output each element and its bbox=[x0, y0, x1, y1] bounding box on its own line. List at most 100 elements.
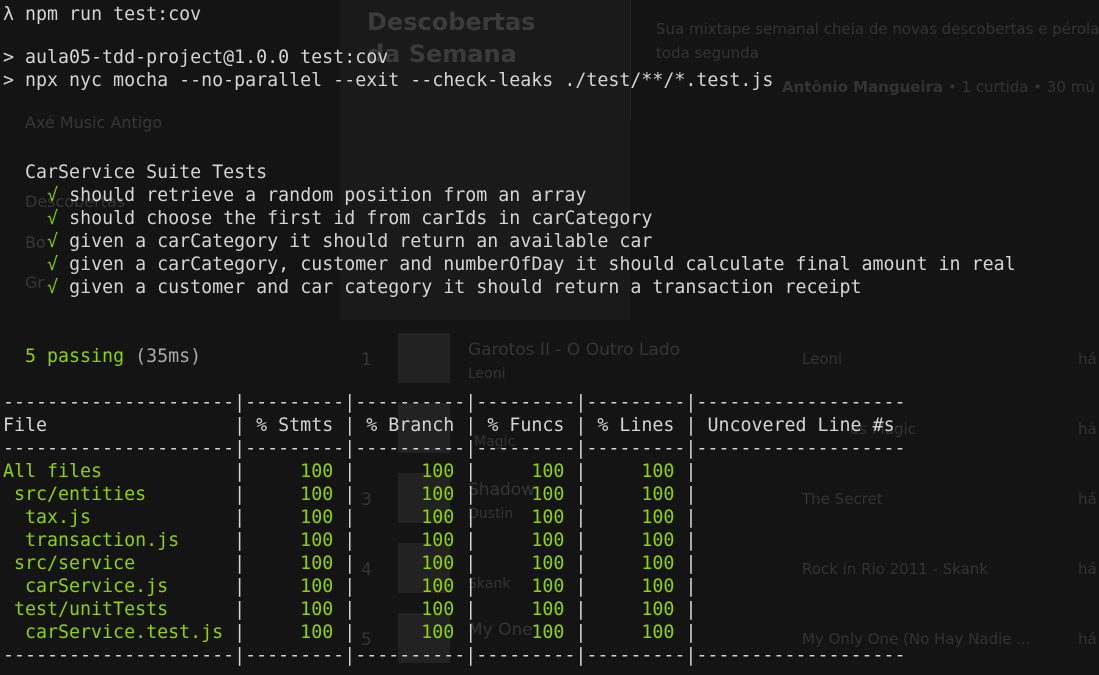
column-divider: | bbox=[685, 599, 697, 620]
column-divider: | bbox=[344, 576, 356, 597]
coverage-file: transaction.js bbox=[3, 530, 235, 551]
terminal-window[interactable]: Descobertas da Semana Sua mixtape semana… bbox=[0, 0, 1099, 675]
column-divider: | bbox=[465, 484, 477, 505]
column-divider: | bbox=[234, 484, 246, 505]
header-branch: % Branch bbox=[355, 415, 466, 436]
column-divider: | bbox=[234, 599, 246, 620]
test-duration: (35ms) bbox=[135, 346, 202, 367]
test-name: given a carCategory it should return an … bbox=[69, 231, 653, 252]
column-divider: | bbox=[465, 530, 477, 551]
column-divider: | bbox=[344, 507, 356, 528]
coverage-branch: 100 bbox=[355, 507, 466, 528]
check-icon: √ bbox=[47, 254, 59, 275]
column-divider: | bbox=[685, 461, 697, 482]
column-divider: | bbox=[575, 599, 587, 620]
suite-title-text: CarService Suite Tests bbox=[25, 162, 268, 183]
npm-script-line: > aula05-tdd-project@1.0.0 test:cov bbox=[3, 47, 389, 68]
coverage-uncovered bbox=[696, 576, 905, 597]
column-divider: | bbox=[344, 622, 356, 643]
bg-date-added: há bbox=[1078, 560, 1097, 578]
coverage-lines: 100 bbox=[586, 599, 686, 620]
test-suite-title: CarService Suite Tests bbox=[3, 161, 267, 184]
bg-credit-author: Antônio Mangueira bbox=[782, 78, 944, 96]
coverage-branch: 100 bbox=[355, 576, 466, 597]
coverage-lines: 100 bbox=[586, 461, 686, 482]
npm-script-line: > npx nyc mocha --no-parallel --exit --c… bbox=[3, 70, 774, 91]
check-icon: √ bbox=[47, 277, 59, 298]
column-divider: | bbox=[465, 553, 477, 574]
test-result: √ given a carCategory, customer and numb… bbox=[3, 253, 1016, 276]
coverage-separator: ---------------------|---------|--------… bbox=[3, 438, 906, 459]
coverage-funcs: 100 bbox=[476, 622, 576, 643]
coverage-stmts: 100 bbox=[245, 553, 345, 574]
header-uncovered: Uncovered Line #s bbox=[696, 415, 906, 436]
test-name: given a carCategory, customer and number… bbox=[69, 254, 1016, 275]
bg-date-added: há bbox=[1078, 490, 1097, 508]
column-divider: | bbox=[465, 576, 477, 597]
bg-sidebar-item-0: Axé Music Antigo bbox=[25, 113, 163, 132]
bg-date-added: há bbox=[1078, 350, 1097, 368]
column-divider: | bbox=[685, 576, 697, 597]
coverage-file: src/service bbox=[3, 553, 235, 574]
test-name: should choose the first id from carIds i… bbox=[69, 208, 653, 229]
command-text: npm run test:cov bbox=[25, 4, 202, 25]
bg-track-number: 1 bbox=[361, 350, 372, 370]
header-funcs: % Funcs bbox=[476, 415, 576, 436]
coverage-lines: 100 bbox=[586, 484, 686, 505]
column-divider: | bbox=[234, 507, 246, 528]
coverage-row: carService.test.js | 100 | 100 | 100 | 1… bbox=[3, 621, 906, 644]
header-stmts: % Stmts bbox=[245, 415, 345, 436]
coverage-uncovered bbox=[696, 461, 905, 482]
column-divider: | bbox=[685, 507, 697, 528]
coverage-funcs: 100 bbox=[476, 553, 576, 574]
column-divider: | bbox=[344, 484, 356, 505]
column-divider: | bbox=[465, 507, 477, 528]
column-divider: | bbox=[234, 461, 246, 482]
coverage-stmts: 100 bbox=[245, 484, 345, 505]
header-lines: % Lines bbox=[586, 415, 686, 436]
coverage-row: src/entities | 100 | 100 | 100 | 100 | bbox=[3, 483, 906, 506]
check-icon: √ bbox=[47, 208, 59, 229]
coverage-row: transaction.js | 100 | 100 | 100 | 100 | bbox=[3, 529, 906, 552]
coverage-file: All files bbox=[3, 461, 235, 482]
coverage-file: tax.js bbox=[3, 507, 235, 528]
bg-heading-line-1: Descobertas bbox=[367, 8, 536, 36]
coverage-row: test/unitTests | 100 | 100 | 100 | 100 | bbox=[3, 598, 906, 621]
coverage-stmts: 100 bbox=[245, 576, 345, 597]
column-divider: | bbox=[234, 553, 246, 574]
test-result: √ given a customer and car category it s… bbox=[3, 276, 861, 299]
header-file: File bbox=[3, 415, 235, 436]
column-divider: | bbox=[685, 622, 697, 643]
column-divider: | bbox=[465, 461, 477, 482]
coverage-branch: 100 bbox=[355, 553, 466, 574]
coverage-branch: 100 bbox=[355, 622, 466, 643]
column-divider: | bbox=[234, 576, 246, 597]
coverage-uncovered bbox=[696, 530, 905, 551]
coverage-stmts: 100 bbox=[245, 461, 345, 482]
column-divider: | bbox=[234, 415, 246, 436]
coverage-stmts: 100 bbox=[245, 507, 345, 528]
column-divider: | bbox=[575, 461, 587, 482]
test-result: √ given a carCategory it should return a… bbox=[3, 230, 652, 253]
column-divider: | bbox=[344, 599, 356, 620]
coverage-funcs: 100 bbox=[476, 484, 576, 505]
coverage-branch: 100 bbox=[355, 599, 466, 620]
check-icon: √ bbox=[47, 231, 59, 252]
coverage-funcs: 100 bbox=[476, 576, 576, 597]
coverage-lines: 100 bbox=[586, 530, 686, 551]
column-divider: | bbox=[685, 530, 697, 551]
coverage-row: All files | 100 | 100 | 100 | 100 | bbox=[3, 460, 906, 483]
column-divider: | bbox=[465, 415, 477, 436]
coverage-stmts: 100 bbox=[245, 530, 345, 551]
coverage-uncovered bbox=[696, 484, 905, 505]
coverage-branch: 100 bbox=[355, 461, 466, 482]
column-divider: | bbox=[344, 461, 356, 482]
column-divider: | bbox=[575, 415, 587, 436]
bg-credit: Antônio Mangueira • 1 curtida • 30 mú bbox=[782, 78, 1095, 96]
column-divider: | bbox=[575, 622, 587, 643]
column-divider: | bbox=[344, 530, 356, 551]
passing-count: 5 passing bbox=[25, 346, 125, 367]
passing-summary: 5 passing (35ms) bbox=[3, 345, 201, 368]
coverage-file: test/unitTests bbox=[3, 599, 235, 620]
coverage-file: carService.js bbox=[3, 576, 235, 597]
